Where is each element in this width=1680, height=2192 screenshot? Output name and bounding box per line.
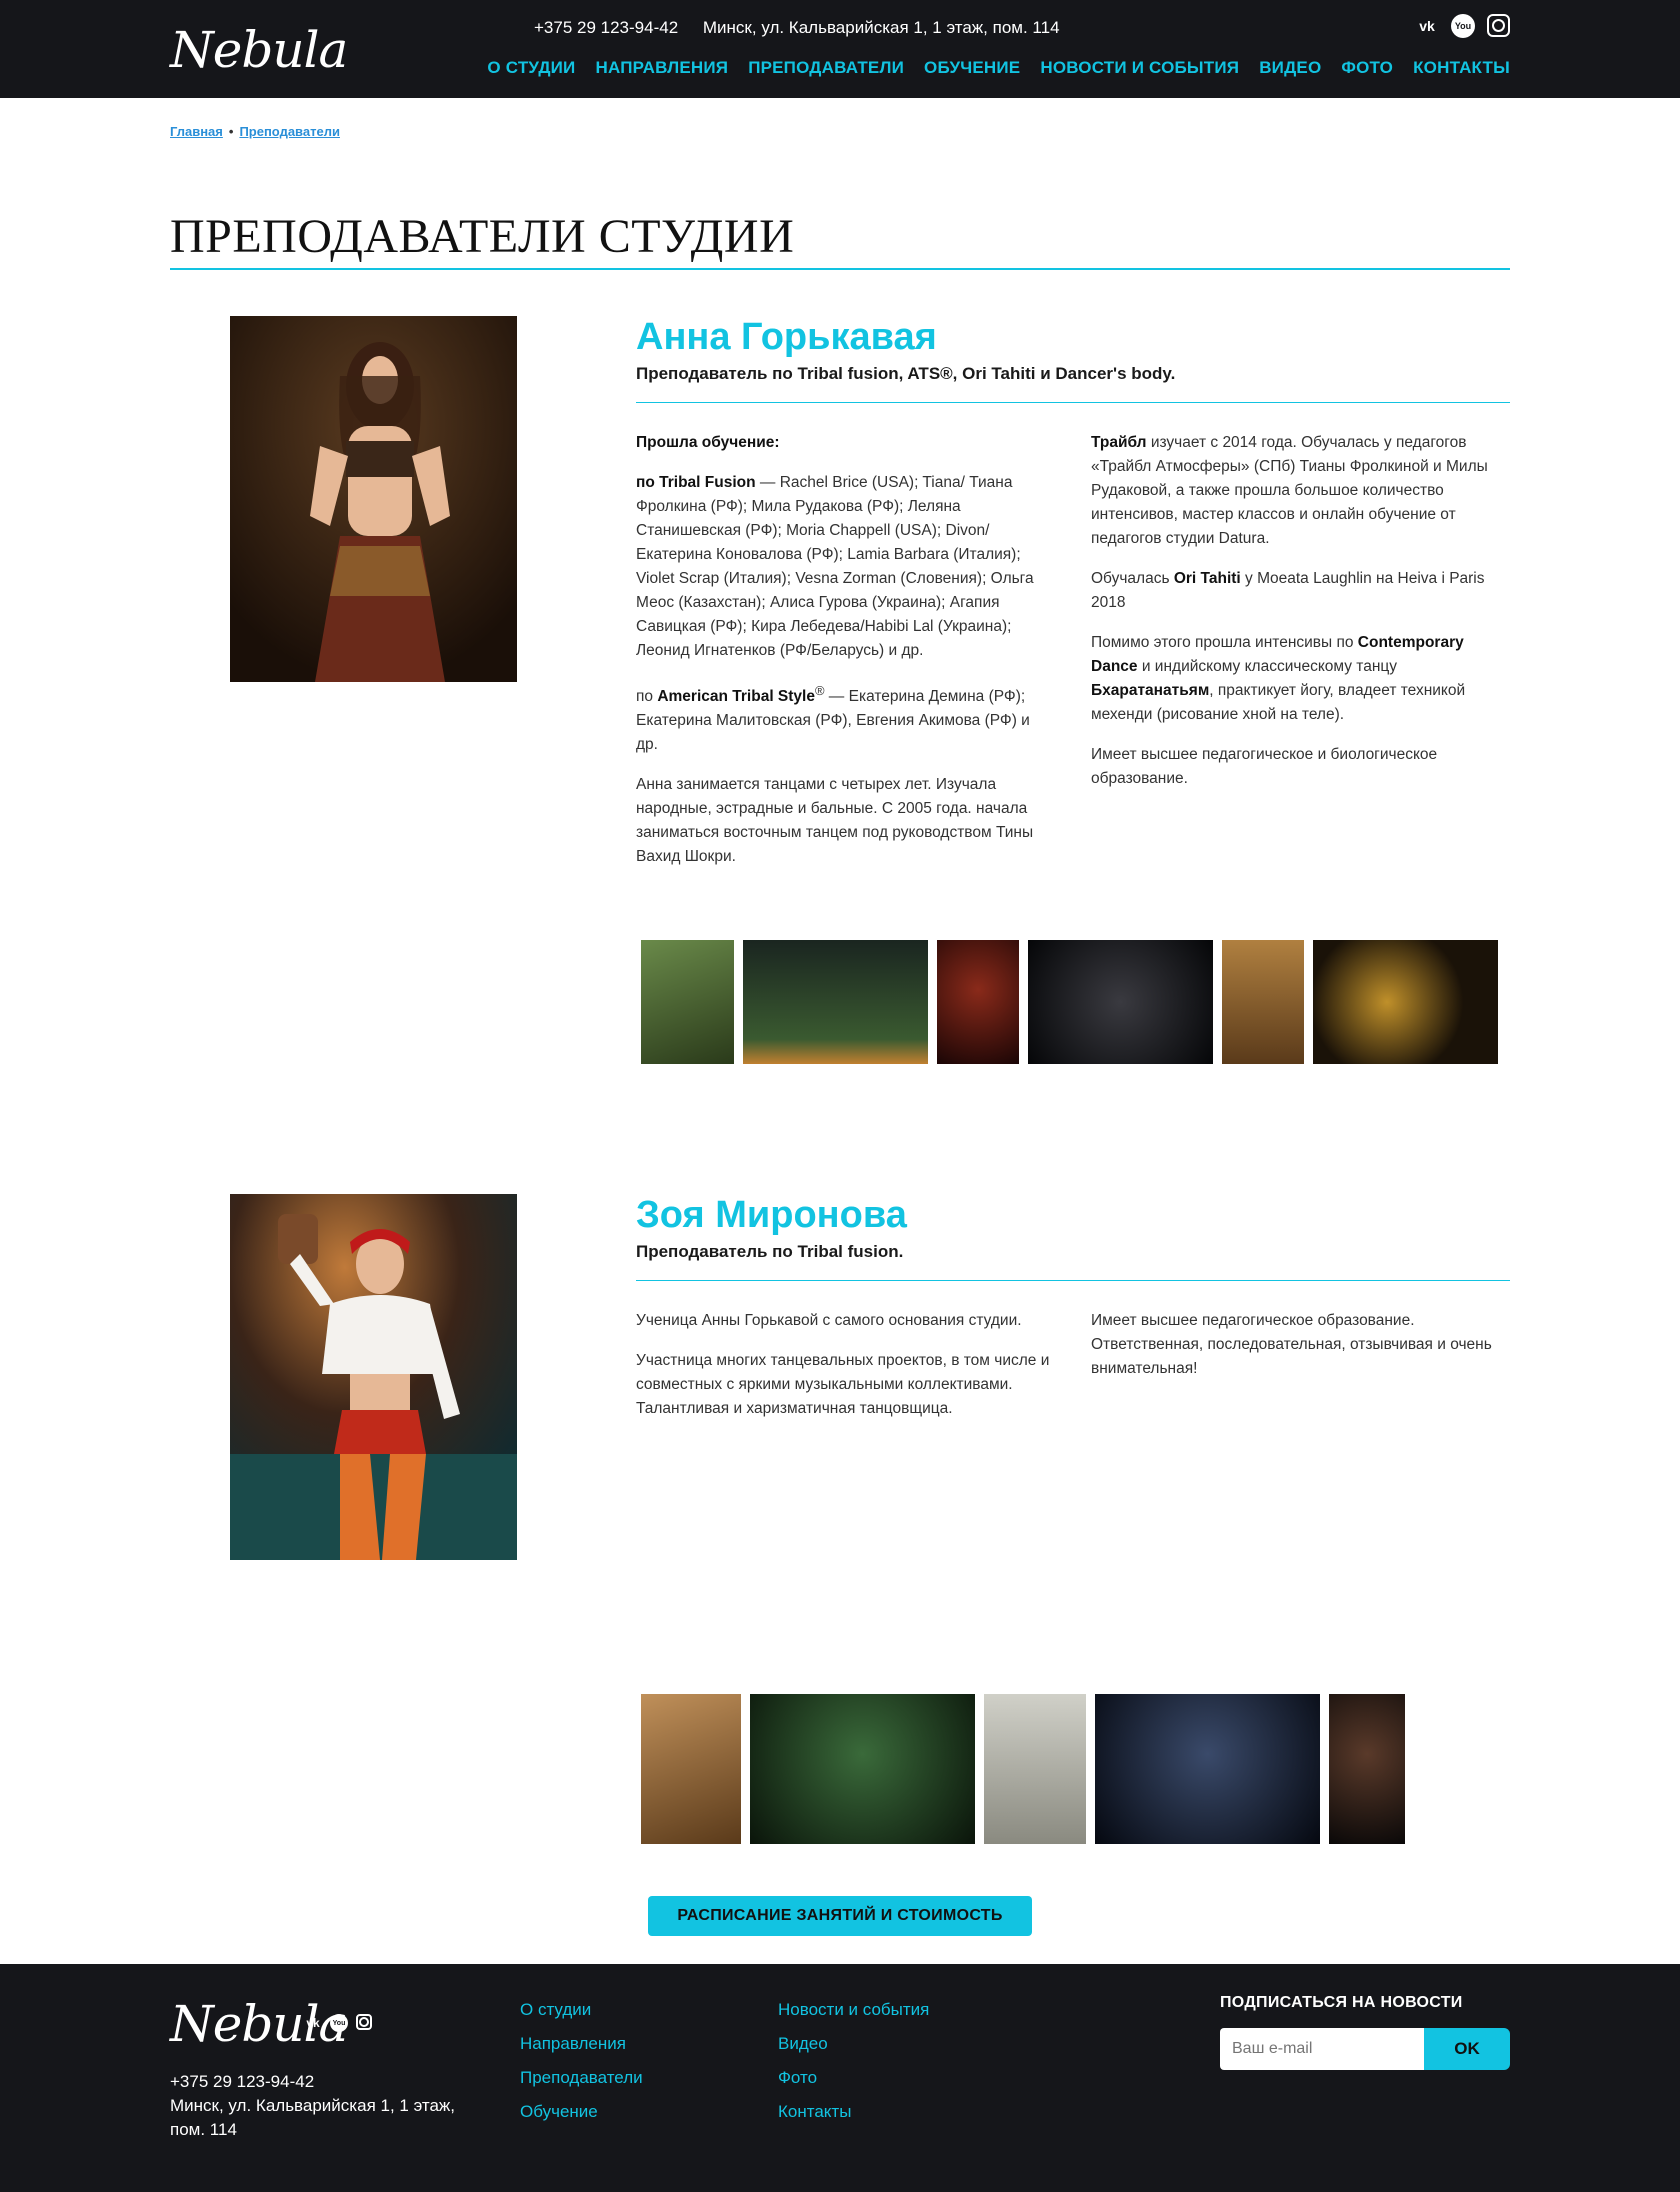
teacher-role: Преподаватель по Tribal fusion. [636, 1242, 1510, 1281]
page-title: ПРЕПОДАВАТЕЛИ СТУДИИ [170, 209, 1510, 270]
teacher-role: Преподаватель по Tribal fusion, ATS®, Or… [636, 364, 1510, 403]
footer-link[interactable]: Контакты [778, 2100, 929, 2124]
bio-bold: Бхаратанатьям [1091, 682, 1210, 699]
schedule-button[interactable]: РАСПИСАНИЕ ЗАНЯТИЙ И СТОИМОСТЬ [648, 1896, 1032, 1936]
bio-heading: Прошла обучение: [636, 434, 780, 451]
footer-link[interactable]: Направления [520, 2032, 643, 2056]
subscribe-title: ПОДПИСАТЬСЯ НА НОВОСТИ [1220, 1994, 1463, 2011]
site-footer: Nebula vk You +375 29 123-94-42 Минск, у… [0, 1964, 1680, 2192]
bio-text: и индийскому классическому танцу [1137, 658, 1398, 675]
gallery-photo[interactable] [1313, 940, 1498, 1064]
teacher-info: Анна Горькавая Преподаватель по Tribal f… [636, 314, 1510, 885]
footer-phone[interactable]: +375 29 123-94-42 [170, 2070, 470, 2094]
gallery-photo[interactable] [1329, 1694, 1405, 1844]
nav-contacts[interactable]: КОНТАКТЫ [1413, 58, 1510, 78]
header-social: vk You [1415, 14, 1510, 38]
photo-gallery [641, 1694, 1405, 1844]
footer-contacts: +375 29 123-94-42 Минск, ул. Кальварийск… [170, 2070, 470, 2142]
footer-links-col1: О студии Направления Преподаватели Обуче… [520, 1998, 643, 2124]
nav-photo[interactable]: ФОТО [1341, 58, 1393, 78]
gallery-photo[interactable] [1222, 940, 1304, 1064]
youtube-icon[interactable]: You [1451, 14, 1475, 38]
teacher-name: Анна Горькавая [636, 316, 937, 358]
footer-links-col2: Новости и события Видео Фото Контакты [778, 1998, 929, 2124]
gallery-photo[interactable] [750, 1694, 975, 1844]
footer-link[interactable]: Фото [778, 2066, 929, 2090]
bio-text: по [636, 688, 658, 706]
bio-bold: по Tribal Fusion [636, 474, 756, 491]
nav-directions[interactable]: НАПРАВЛЕНИЯ [595, 58, 728, 78]
header-phone[interactable]: +375 29 123-94-42 [534, 18, 678, 37]
instagram-icon[interactable] [356, 2014, 372, 2030]
breadcrumb-separator: • [228, 124, 234, 139]
header-address: Минск, ул. Кальварийская 1, 1 этаж, пом.… [702, 18, 1060, 37]
bio-paragraph: Анна занимается танцами с четырех лет. И… [636, 776, 1034, 866]
header-contacts: +375 29 123-94-42 Минск, ул. Кальварийск… [534, 18, 1080, 38]
main-nav: О СТУДИИ НАПРАВЛЕНИЯ ПРЕПОДАВАТЕЛИ ОБУЧЕ… [487, 58, 1510, 78]
subscribe-ok-button[interactable]: OK [1424, 2028, 1510, 2070]
bio-column-right: Трайбл изучает с 2014 года. Обучалась у … [1091, 431, 1506, 885]
bio-bold: Трайбл [1091, 434, 1147, 451]
bio-column-right: Имеет высшее педагогическое образование.… [1091, 1309, 1506, 1437]
email-input[interactable] [1220, 2028, 1424, 2070]
breadcrumb-current[interactable]: Преподаватели [239, 124, 340, 139]
footer-link[interactable]: Обучение [520, 2100, 643, 2124]
subscribe-form: OK [1220, 2028, 1510, 2070]
nav-teachers[interactable]: ПРЕПОДАВАТЕЛИ [748, 58, 904, 78]
site-header: Nebula +375 29 123-94-42 Минск, ул. Каль… [0, 0, 1680, 98]
footer-address: Минск, ул. Кальварийская 1, 1 этаж, пом.… [170, 2096, 456, 2139]
footer-link[interactable]: Видео [778, 2032, 929, 2056]
teacher-photo[interactable] [230, 1194, 517, 1560]
vk-icon[interactable]: vk [304, 2014, 322, 2032]
instagram-icon[interactable] [1487, 14, 1510, 37]
nav-news[interactable]: НОВОСТИ И СОБЫТИЯ [1040, 58, 1239, 78]
gallery-photo[interactable] [641, 1694, 741, 1844]
nav-about[interactable]: О СТУДИИ [487, 58, 575, 78]
photo-gallery [641, 940, 1498, 1064]
bio-bold: Ori Tahiti [1173, 570, 1241, 587]
bio-column-left: Ученица Анны Горькавой с самого основани… [636, 1309, 1051, 1437]
gallery-photo[interactable] [937, 940, 1019, 1064]
bio-paragraph: Имеет высшее педагогическое образование.… [1091, 1312, 1492, 1377]
teacher-name: Зоя Миронова [636, 1194, 907, 1236]
footer-link[interactable]: Преподаватели [520, 2066, 643, 2090]
bio-paragraph: Имеет высшее педагогическое и биологичес… [1091, 746, 1438, 787]
bio-column-left: Прошла обучение: по Tribal Fusion — Rach… [636, 431, 1051, 885]
gallery-photo[interactable] [743, 940, 928, 1064]
vk-icon[interactable]: vk [1415, 14, 1439, 38]
bio-bold: American Tribal Style [657, 688, 815, 706]
footer-link[interactable]: Новости и события [778, 1998, 929, 2022]
gallery-photo[interactable] [641, 940, 734, 1064]
breadcrumb-home[interactable]: Главная [170, 124, 223, 139]
bio-text: — Rachel Brice (USA); Tiana/ Тиана Фролк… [636, 474, 1034, 659]
nav-training[interactable]: ОБУЧЕНИЕ [924, 58, 1020, 78]
bio-text: Обучалась [1091, 570, 1174, 587]
bio-text: Помимо этого прошла интенсивы по [1091, 634, 1358, 651]
gallery-photo[interactable] [1095, 1694, 1320, 1844]
site-logo[interactable]: Nebula [170, 20, 348, 80]
footer-social: vk You [304, 2014, 372, 2032]
footer-link[interactable]: О студии [520, 1998, 643, 2022]
bio-paragraph: Ученица Анны Горькавой с самого основани… [636, 1312, 1022, 1329]
gallery-photo[interactable] [1028, 940, 1213, 1064]
gallery-photo[interactable] [984, 1694, 1086, 1844]
bio-paragraph: Участница многих танцевальных проектов, … [636, 1352, 1050, 1417]
teacher-photo[interactable] [230, 316, 517, 682]
registered-mark: ® [814, 683, 825, 698]
nav-video[interactable]: ВИДЕО [1259, 58, 1321, 78]
breadcrumb: Главная • Преподаватели [170, 98, 1510, 139]
bio-text: изучает с 2014 года. Обучалась у педагог… [1091, 434, 1488, 547]
youtube-icon[interactable]: You [330, 2014, 348, 2032]
teacher-info: Зоя Миронова Преподаватель по Tribal fus… [636, 1192, 1510, 1437]
